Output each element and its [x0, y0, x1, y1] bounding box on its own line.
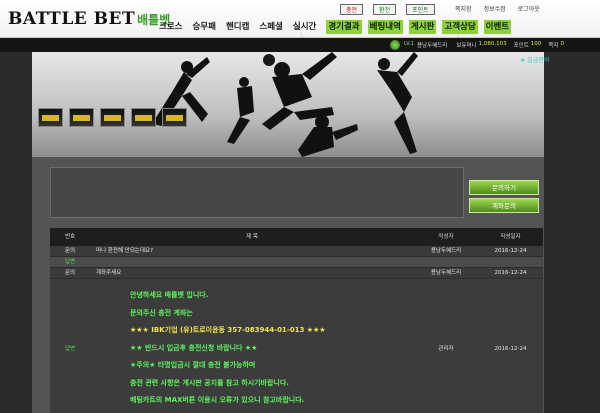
logo[interactable]: BATTLE BET 배틀벳	[8, 6, 170, 32]
answer-writer: 관리자	[438, 346, 454, 352]
header-title: 제 목	[246, 234, 258, 240]
point-button[interactable]: 포인트	[406, 4, 435, 15]
row-type: 답변	[64, 259, 76, 265]
row-type: 문의	[64, 270, 76, 276]
level-text: LV.1	[404, 41, 414, 47]
nav-special[interactable]: 스페셜	[259, 20, 282, 34]
row-title	[90, 257, 414, 267]
answer-line: 충전 관련 사항은 게시판 공지를 참고 하시기바랍니다.	[130, 378, 289, 387]
nav-event[interactable]: 이벤트	[483, 20, 512, 34]
row-writer: 용남두혜드리	[430, 248, 462, 254]
game-thumbnail[interactable]	[162, 108, 187, 127]
game-thumbnails	[38, 108, 193, 127]
game-thumbnail[interactable]	[69, 108, 94, 127]
header-writer: 작성자	[438, 234, 454, 240]
point-value: 100	[530, 41, 542, 47]
hero-banner	[32, 52, 544, 157]
user-info-bar: LV.1 용남두혜드리 보유머니 1,080,103 포인트 100 쪽지 0	[0, 38, 600, 52]
answer-content: 안녕하세요 배틀벳 입니다. 문의주신 충전 계좌는 ★★★ IBK기업 (유)…	[90, 279, 414, 413]
row-date: 2016-12-24	[494, 248, 527, 254]
row-writer	[414, 257, 478, 267]
basketball-players-illustration	[152, 52, 418, 157]
note-label: 쪽지	[548, 43, 559, 49]
username: 용남두혜드리	[417, 43, 448, 49]
point-label: 포인트	[513, 43, 529, 49]
money-label: 보유머니	[456, 43, 477, 49]
game-thumbnail[interactable]	[38, 108, 63, 127]
table-header: 번호 제 목 작성자 작성일자	[50, 228, 543, 246]
edit-info-link[interactable]: 정보수정	[484, 5, 506, 15]
row-title[interactable]: 계좌주세요	[90, 268, 414, 278]
inquiry-button[interactable]: 문의하기	[469, 180, 539, 195]
logo-text: BATTLE BET	[8, 9, 136, 29]
row-title[interactable]: 머니 환전해 안되는데요?	[90, 246, 414, 256]
deposit-inquiry-link[interactable]: ★ 입금문의	[520, 55, 549, 64]
header-type: 번호	[64, 234, 76, 240]
header-date: 작성일자	[500, 234, 521, 240]
user-stats: 용남두혜드리 보유머니 1,080,103 포인트 100 쪽지 0	[417, 41, 571, 49]
note-value: 0	[560, 41, 564, 47]
answer-line: 안녕하세요 배틀벳 입니다.	[130, 291, 209, 299]
money-value: 1,080,103	[478, 41, 507, 47]
account-links: 쪽지함 정보수정 로그아웃	[455, 5, 552, 15]
answer-line: 베팅카트의 MAX버튼 이용시 오류가 있으니 참고바랍니다.	[130, 396, 305, 404]
level-badge-icon	[390, 40, 400, 50]
game-thumbnail[interactable]	[100, 108, 125, 127]
account-inquiry-button[interactable]: 계좌문의	[469, 198, 539, 213]
row-date: 2016-12-24	[494, 270, 527, 276]
logout-link[interactable]: 로그아웃	[518, 5, 540, 15]
table-row[interactable]: 문의 머니 환전해 안되는데요? 용남두혜드리 2016-12-24	[50, 246, 543, 257]
page: { "header": { "logo_main": "BATTLE BET",…	[0, 0, 600, 413]
answer-type: 답변	[64, 346, 76, 352]
inquiry-table: 번호 제 목 작성자 작성일자 문의 머니 환전해 안되는데요? 용남두혜드리 …	[50, 228, 543, 413]
exchange-button[interactable]: 환전	[373, 4, 397, 15]
answer-line: ★주의★ 타명입금시 절대 충전 불가능하며	[130, 361, 256, 369]
nav-cross[interactable]: 크로스	[159, 20, 182, 34]
answer-line: ★★ 반드시 입금후 충전신청 바랍니다 ★★	[130, 343, 258, 352]
message-box-link[interactable]: 쪽지함	[455, 5, 472, 15]
answer-date: 2016-12-24	[494, 346, 527, 352]
inquiry-notice-box	[50, 167, 464, 218]
quick-buttons: 충전 환전 포인트	[340, 4, 445, 15]
answer-row: 답변 안녕하세요 배틀벳 입니다. 문의주신 충전 계좌는 ★★★ IBK기업 …	[50, 279, 543, 413]
charge-button[interactable]: 충전	[340, 4, 364, 15]
table-row[interactable]: 답변	[50, 257, 543, 268]
answer-line: 문의주신 충전 계좌는	[130, 308, 193, 317]
nav-win-draw-loss[interactable]: 승무패	[192, 20, 215, 34]
game-thumbnail[interactable]	[131, 108, 156, 127]
nav-handicap[interactable]: 핸디캡	[226, 20, 249, 34]
table-row[interactable]: 문의 계좌주세요 용남두혜드리 2016-12-24	[50, 268, 543, 279]
row-type: 문의	[64, 248, 76, 254]
row-date	[478, 257, 543, 267]
row-writer: 용남두혜드리	[430, 270, 462, 276]
top-bar: BATTLE BET 배틀벳 충전 환전 포인트 쪽지함 정보수정 로그아웃 크…	[0, 0, 600, 48]
answer-account-line: ★★★ IBK기업 (유)트로이윤동 357-083944-01-013 ★★★	[130, 326, 326, 334]
